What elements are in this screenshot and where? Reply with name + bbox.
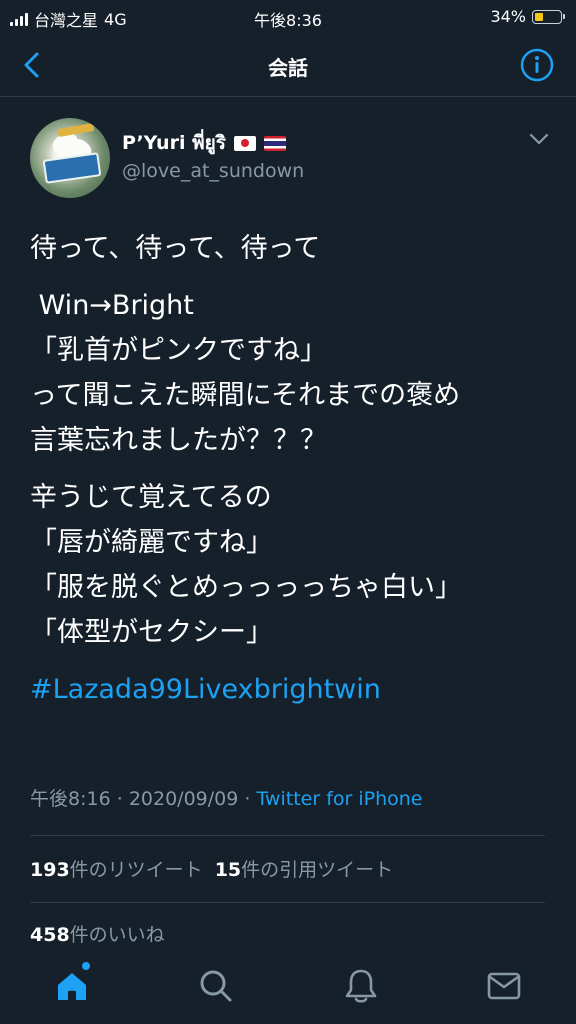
tweet-paragraph: 待って、待って、待って	[30, 233, 321, 264]
likes-label: 件のいいね	[69, 924, 165, 946]
meta-divider	[30, 835, 545, 836]
notifications-icon[interactable]	[341, 966, 381, 1006]
tweet-paragraph: Win→Bright 「乳首がピンクですね」 って聞こえた瞬間にそれまでの褒め …	[30, 290, 461, 456]
tweet-paragraph: 辛うじて覚えてるの 「唇が綺麗ですね」 「服を脱ぐとめっっっっちゃ白い」 「体型…	[30, 482, 462, 648]
page-title: 会話	[268, 56, 308, 80]
tweet-source-link[interactable]: Twitter for iPhone	[256, 788, 422, 810]
battery-percent: 34%	[490, 7, 526, 26]
home-notification-dot	[82, 962, 90, 970]
tweet-time: 午後8:16	[30, 788, 111, 810]
messages-icon[interactable]	[484, 966, 524, 1006]
nav-bar: 会話	[0, 38, 576, 94]
likes-stat[interactable]: 458件のいいね	[30, 920, 165, 947]
nav-divider	[0, 96, 576, 97]
likes-count: 458	[30, 924, 70, 946]
author-name: P’Yuri พี่ยูริ	[122, 132, 226, 154]
retweets-stat[interactable]: 193件のリツイート	[30, 859, 203, 881]
tweet-date: 2020/09/09	[128, 788, 239, 810]
japan-flag-icon	[233, 135, 256, 151]
battery-icon	[532, 9, 565, 24]
avatar-sticker	[57, 122, 95, 138]
tweet-meta: 午後8:16 · 2020/09/09 · Twitter for iPhone	[30, 788, 423, 810]
chevron-down-icon[interactable]	[528, 132, 550, 146]
search-icon[interactable]	[196, 966, 236, 1006]
retweets-label: 件のリツイート	[69, 859, 203, 881]
author-name-row[interactable]: P’Yuri พี่ยูริ	[122, 128, 286, 158]
status-right: 34%	[490, 7, 565, 26]
retweets-count: 193	[30, 859, 70, 881]
thailand-flag-icon	[263, 135, 286, 151]
avatar[interactable]	[30, 118, 110, 198]
tweet-text: 待って、待って、待って Win→Bright 「乳首がピンクですね」 って聞こえ…	[30, 226, 555, 724]
author-handle[interactable]: @love_at_sundown	[122, 160, 304, 182]
hashtag-link[interactable]: #Lazada99Livexbrightwin	[30, 667, 555, 712]
status-bar: 台灣之星 4G 午後8:36 34%	[0, 0, 576, 34]
tweet-author: P’Yuri พี่ยูริ @love_at_sundown	[30, 118, 550, 198]
battery-fill	[535, 12, 543, 21]
avatar-badge	[42, 152, 102, 184]
quotes-label: 件の引用ツイート	[241, 859, 394, 881]
quotes-count: 15	[214, 859, 242, 881]
tweet-stats: 193件のリツイート 15件の引用ツイート	[30, 855, 393, 882]
home-icon[interactable]	[52, 966, 92, 1006]
stats-divider	[30, 902, 545, 903]
quotes-stat[interactable]: 15件の引用ツイート	[215, 859, 393, 881]
info-icon[interactable]	[520, 48, 554, 82]
